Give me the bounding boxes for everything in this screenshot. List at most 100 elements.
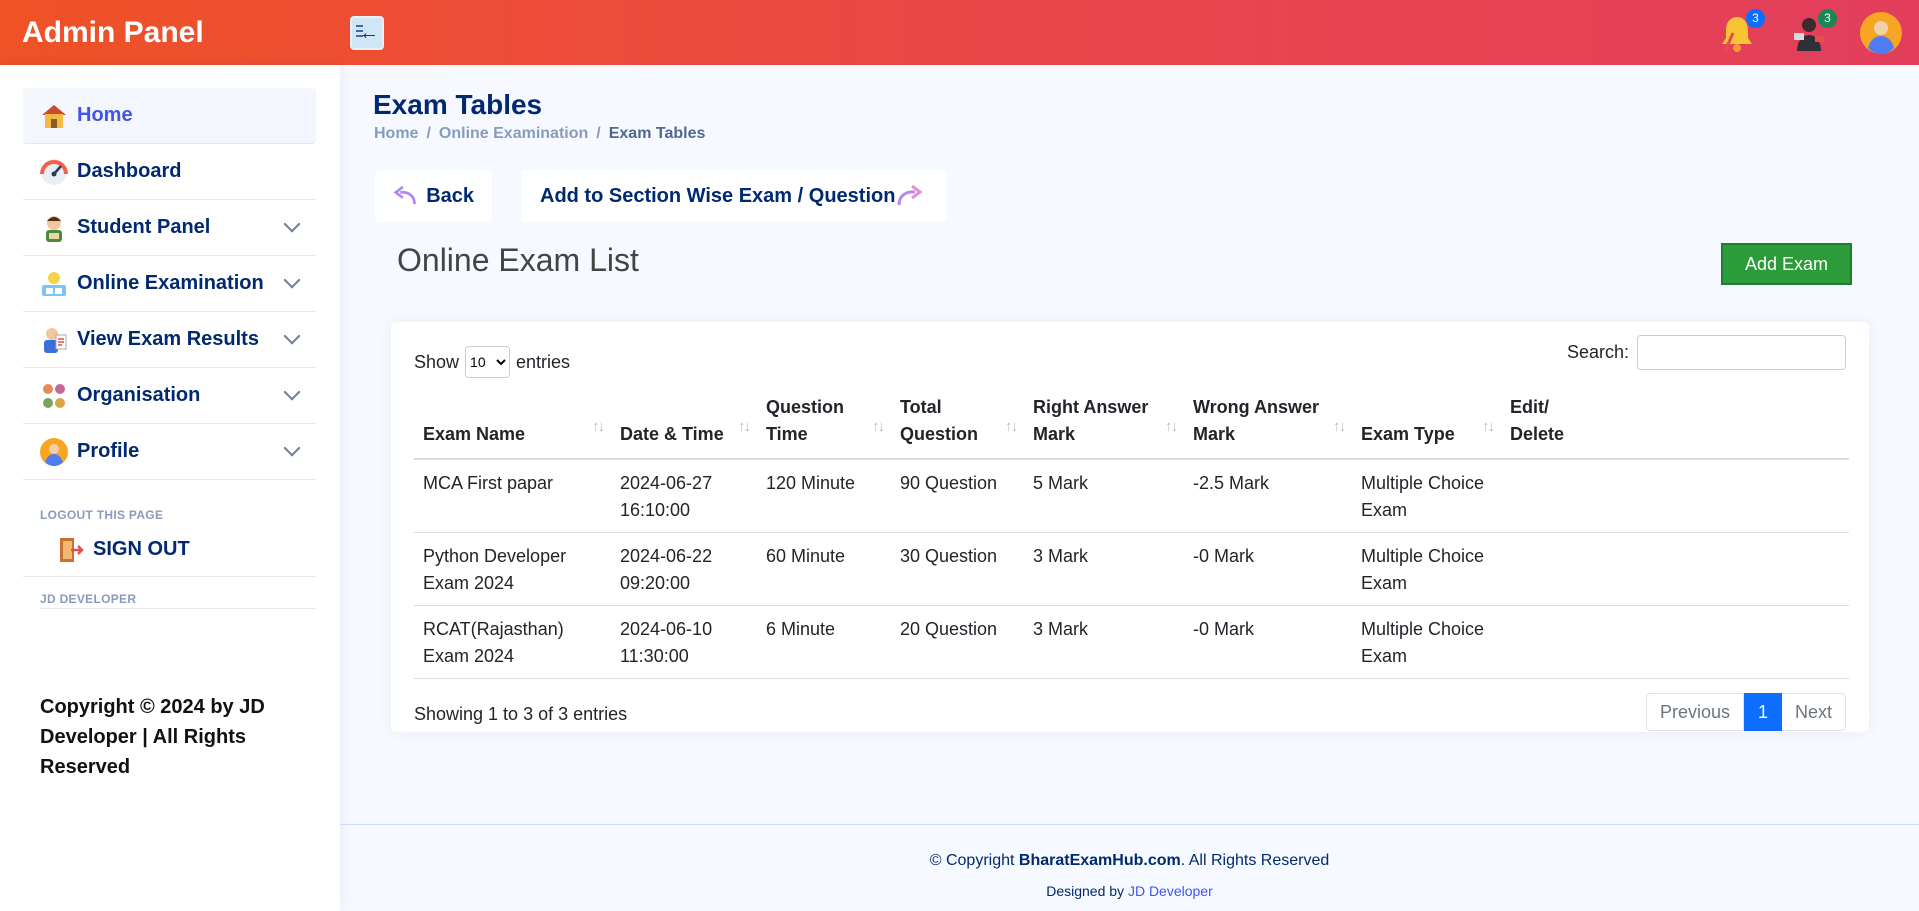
breadcrumb-online-examination-link[interactable]: Online Examination — [439, 125, 588, 142]
chevron-down-icon — [283, 327, 301, 345]
cell-question-time: 60 Minute — [757, 532, 891, 606]
table-search: Search: — [1567, 335, 1846, 370]
add-section-wise-exam-button[interactable]: Add to Section Wise Exam / Question — [522, 170, 946, 222]
messages-button[interactable]: 3 — [1787, 8, 1837, 55]
cell-exam-type: Multiple Choice Exam — [1352, 532, 1501, 606]
cell-right-mark: 3 Mark — [1024, 605, 1184, 679]
sign-out-button[interactable]: SIGN OUT — [23, 523, 316, 577]
column-header[interactable]: Question Time ↑↓ — [757, 386, 891, 460]
student-icon — [39, 213, 69, 243]
organisation-icon — [39, 381, 69, 411]
exit-door-icon — [55, 535, 85, 565]
cell-exam-name: MCA First papar — [414, 459, 611, 533]
cell-wrong-mark: -0 Mark — [1184, 605, 1352, 679]
cell-wrong-mark: -0 Mark — [1184, 532, 1352, 606]
table-row: RCAT(Rajasthan) Exam 2024 2024-06-10 11:… — [414, 605, 1849, 679]
messages-badge: 3 — [1818, 8, 1837, 28]
chevron-down-icon — [283, 215, 301, 233]
logout-heading: LOGOUT THIS PAGE — [40, 508, 164, 522]
logo[interactable]: Admin Panel — [22, 16, 350, 50]
column-header[interactable]: Exam Name ↑↓ — [414, 386, 611, 460]
notifications-badge: 3 — [1746, 8, 1765, 28]
footer-copyright: © Copyright BharatExamHub.com. All Right… — [929, 852, 1330, 869]
cell-date-time: 2024-06-10 11:30:00 — [611, 605, 757, 679]
cell-right-mark: 3 Mark — [1024, 532, 1184, 606]
footer-brand: BharatExamHub.com — [1018, 852, 1181, 869]
entries-select[interactable]: 10 — [465, 346, 511, 378]
avatar-icon — [1860, 11, 1902, 54]
main-content: Exam Tables Home / Online Examination / Exam… — [340, 65, 1919, 911]
cell-question-time: 120 Minute — [757, 459, 891, 533]
column-header[interactable]: Date & Time ↑↓ — [611, 386, 757, 460]
column-header[interactable]: Total Question ↑↓ — [891, 386, 1024, 460]
table-row: Python Developer Exam 2024 2024-06-22 09… — [414, 532, 1849, 606]
sort-icon: ↑↓ — [1005, 418, 1018, 435]
sidebar-copyright: Copyright © 2024 by JD Developer | All R… — [40, 696, 265, 778]
arrow-left-icon: ← — [359, 21, 379, 44]
results-icon — [39, 325, 69, 355]
sort-icon: ↑↓ — [1482, 418, 1495, 435]
column-header[interactable]: Wrong Answer Mark ↑↓ — [1184, 386, 1352, 460]
dashboard-icon — [39, 157, 69, 187]
column-header[interactable]: Right Answer Mark ↑↓ — [1024, 386, 1184, 460]
top-header: Admin Panel ← 3 3 — [0, 0, 1919, 65]
sidebar-item-online-examination[interactable]: Online Examination — [23, 256, 316, 312]
table-info: Showing 1 to 3 of 3 entries — [414, 704, 628, 724]
cell-question-time: 6 Minute — [757, 605, 891, 679]
cell-date-time: 2024-06-22 09:20:00 — [611, 532, 757, 606]
entries-length-control: Show 10 entries — [414, 346, 570, 378]
search-input[interactable] — [1637, 335, 1846, 370]
chevron-down-icon — [283, 271, 301, 289]
sort-icon: ↑↓ — [1165, 418, 1178, 435]
chevron-down-icon — [283, 383, 301, 401]
breadcrumb-home-link[interactable]: Home — [374, 125, 418, 142]
sidebar-item-organisation[interactable]: Organisation — [23, 368, 316, 424]
designer-link[interactable]: JD Developer — [1128, 883, 1213, 899]
sidebar-item-view-exam-results[interactable]: View Exam Results — [23, 312, 316, 368]
profile-avatar-button[interactable] — [1859, 11, 1903, 55]
previous-page-button[interactable]: Previous — [1645, 693, 1744, 731]
cell-total-question: 90 Question — [891, 459, 1024, 533]
breadcrumb: Home / Online Examination / Exam Tables — [374, 125, 706, 142]
cell-exam-type: Multiple Choice Exam — [1352, 459, 1501, 533]
page-1-button[interactable]: 1 — [1743, 693, 1782, 731]
sidebar: Home Dashboard Student Panel Online Exam… — [0, 65, 340, 911]
chevron-down-icon — [283, 439, 301, 457]
cell-total-question: 20 Question — [891, 605, 1024, 679]
section-title: Online Exam List — [397, 242, 639, 278]
home-icon — [39, 101, 69, 131]
cell-exam-type: Multiple Choice Exam — [1352, 605, 1501, 679]
next-page-button[interactable]: Next — [1781, 693, 1846, 731]
back-arrow-icon — [393, 185, 416, 205]
sidebar-item-dashboard[interactable]: Dashboard — [23, 144, 316, 200]
footer-designed-by: Designed by JD Developer — [1046, 883, 1213, 899]
cell-edit-delete[interactable] — [1501, 459, 1849, 533]
cell-exam-name: Python Developer Exam 2024 — [414, 532, 611, 606]
exam-icon — [39, 269, 69, 299]
exam-table: Exam Name ↑↓ Date & Time ↑↓ Question Time ↑… — [414, 386, 1849, 679]
back-button[interactable]: Back — [375, 170, 492, 222]
profile-icon — [39, 437, 69, 467]
breadcrumb-current: Exam Tables — [608, 125, 706, 142]
add-exam-button[interactable]: Add Exam — [1721, 243, 1852, 285]
cell-right-mark: 5 Mark — [1024, 459, 1184, 533]
sidebar-toggle-button[interactable]: ← — [350, 15, 384, 50]
footer: © Copyright BharatExamHub.com. All Right… — [340, 824, 1919, 911]
column-header: Edit/ Delete — [1501, 386, 1849, 460]
cell-edit-delete[interactable] — [1501, 532, 1849, 606]
sort-icon: ↑↓ — [1333, 418, 1346, 435]
sidebar-item-profile[interactable]: Profile — [23, 424, 316, 480]
cell-wrong-mark: -2.5 Mark — [1184, 459, 1352, 533]
table-header-row: Exam Name ↑↓ Date & Time ↑↓ Question Time ↑… — [414, 386, 1849, 460]
page-title: Exam Tables — [373, 89, 543, 120]
table-row: MCA First papar 2024-06-27 16:10:00 120 … — [414, 459, 1849, 533]
developer-heading: JD DEVELOPER — [40, 592, 316, 609]
sort-icon: ↑↓ — [738, 418, 751, 435]
column-header[interactable]: Exam Type ↑↓ — [1352, 386, 1501, 460]
cell-edit-delete[interactable] — [1501, 605, 1849, 679]
sort-icon: ↑↓ — [592, 418, 605, 435]
sidebar-item-home[interactable]: Home — [23, 88, 316, 144]
notifications-button[interactable]: 3 — [1715, 8, 1765, 55]
sidebar-item-student-panel[interactable]: Student Panel — [23, 200, 316, 256]
cell-date-time: 2024-06-27 16:10:00 — [611, 459, 757, 533]
